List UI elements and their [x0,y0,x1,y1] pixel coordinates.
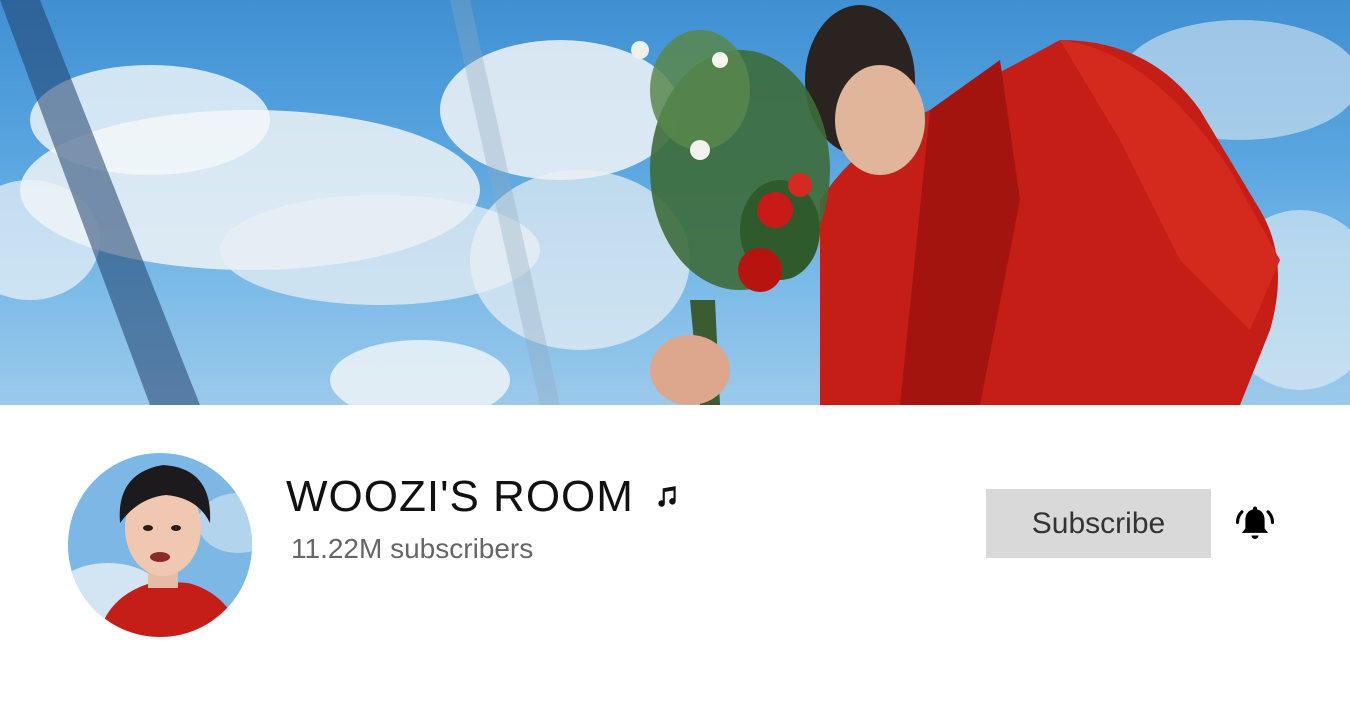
channel-header: WOOZI'S ROOM 11.22M subscribers Subscrib… [0,405,1350,713]
channel-title-line: WOOZI'S ROOM [286,475,680,519]
subscribe-button[interactable]: Subscribe [986,489,1211,558]
channel-banner [0,0,1350,405]
banner-image [0,0,1350,405]
channel-avatar[interactable] [68,453,252,637]
subscriber-count: 11.22M subscribers [291,533,534,564]
avatar-image [68,453,252,637]
bell-ring-icon[interactable] [1234,504,1276,546]
channel-name: WOOZI'S ROOM [286,472,634,521]
music-note-icon [658,486,676,507]
